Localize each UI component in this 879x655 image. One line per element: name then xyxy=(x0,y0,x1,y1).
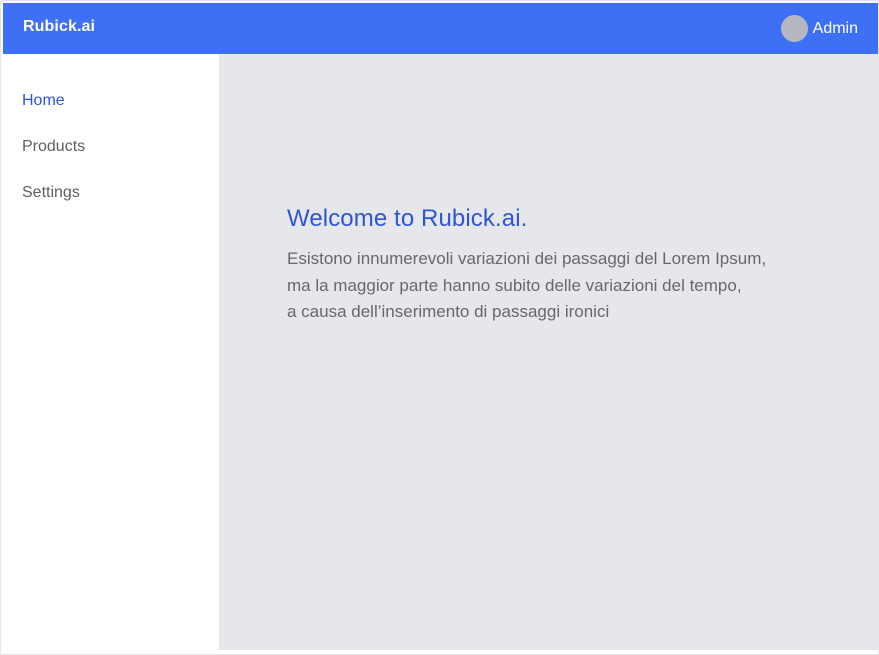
app-window: Rubick.ai Admin Home Products Settings W… xyxy=(0,0,879,655)
user-name-label[interactable]: Admin xyxy=(813,20,858,38)
sidebar-item-products[interactable]: Products xyxy=(22,138,85,156)
description-line-1: Esistono innumerevoli variazioni dei pas… xyxy=(287,249,767,268)
sidebar-item-settings[interactable]: Settings xyxy=(22,184,80,202)
brand-logo-text[interactable]: Rubick.ai xyxy=(23,18,95,36)
description-line-2: ma la maggior parte hanno subito delle v… xyxy=(287,275,742,295)
page-title: Welcome to Rubick.ai. xyxy=(287,205,528,232)
top-navigation-bar: Rubick.ai Admin xyxy=(3,3,878,54)
avatar-icon[interactable] xyxy=(780,15,808,42)
description-line-3: a causa dell’inserimento di passaggi iro… xyxy=(287,302,610,321)
user-menu[interactable]: Admin xyxy=(780,15,858,42)
sidebar-item-home[interactable]: Home xyxy=(22,92,65,110)
sidebar: Home Products Settings xyxy=(3,54,219,650)
welcome-description: Esistono innumerevoli variazioni dei pas… xyxy=(287,246,857,326)
main-content: Welcome to Rubick.ai. Esistono innumerev… xyxy=(219,54,878,650)
